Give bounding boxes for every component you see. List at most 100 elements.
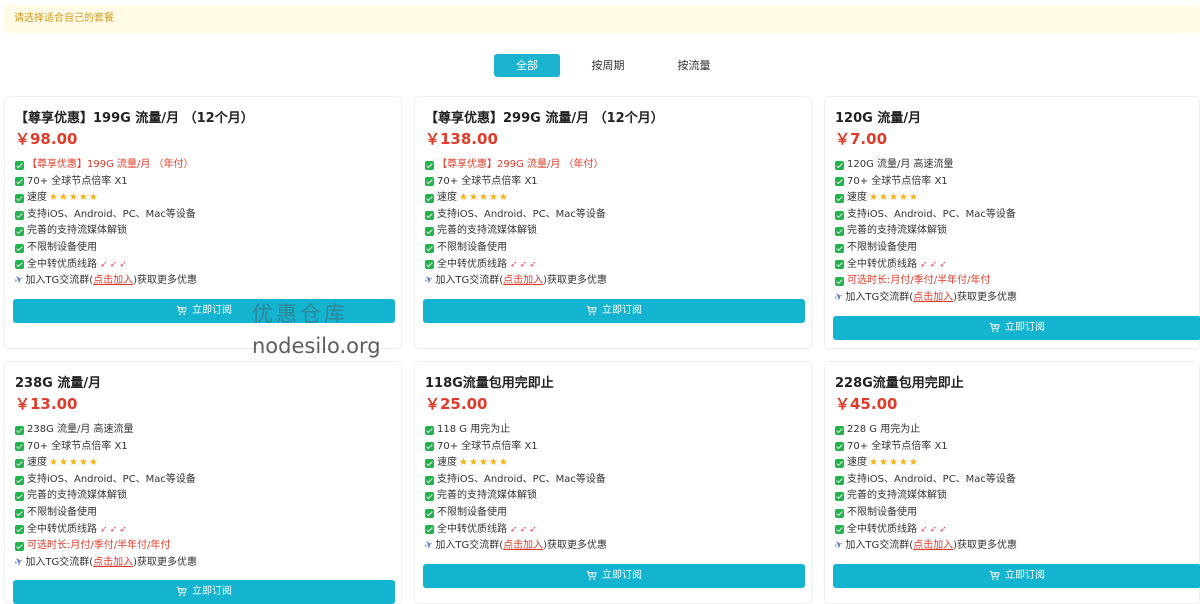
feature-item: 速度 ★★★★★ — [425, 190, 607, 207]
check-square-icon — [15, 475, 24, 485]
feature-text: 不限制设备使用 — [437, 506, 507, 518]
join-tg-prefix: 加入TG交流群( — [25, 275, 94, 287]
feature-text: 支持iOS、Android、PC、Mac等设备 — [437, 473, 606, 485]
feature-item: 不限制设备使用 — [425, 240, 607, 257]
check-square-icon — [835, 227, 844, 237]
star-icon: ★ — [898, 457, 909, 469]
subscribe-button[interactable]: 立即订阅 — [423, 564, 805, 588]
check-square-icon — [425, 227, 434, 237]
plan-title: 118G流量包用完即止 — [425, 376, 554, 391]
feature-text: 支持iOS、Android、PC、Mac等设备 — [437, 208, 606, 220]
rocket-icon: ➶ — [109, 524, 120, 535]
feature-item: 可选时长:月付/季付/半年付/年付 — [15, 538, 197, 555]
subscribe-button[interactable]: 立即订阅 — [833, 316, 1200, 340]
star-icon: ★ — [869, 192, 879, 204]
feature-item: 不限制设备使用 — [835, 505, 1017, 522]
plan-title: 228G流量包用完即止 — [835, 376, 964, 391]
feature-text: 全中转优质线路 — [27, 523, 97, 535]
star-icon: ★ — [459, 457, 469, 469]
feature-text: 可选时长:月付/季付/半年付/年付 — [847, 275, 991, 287]
check-square-icon — [835, 475, 844, 485]
subscribe-label: 立即订阅 — [602, 570, 642, 581]
feature-item: 70+ 全球节点倍率 X1 — [835, 174, 1017, 191]
check-square-icon — [835, 458, 844, 468]
feature-list: 228 G 用完为止 70+ 全球节点倍率 X1 速度 ★★★★★ 支持iOS、An… — [833, 422, 1017, 555]
check-square-icon — [15, 492, 24, 502]
feature-item: 速度 ★★★★★ — [835, 190, 1017, 207]
tab-by-traffic[interactable]: 按流量 — [664, 54, 724, 77]
join-tg-link[interactable]: 点击加入 — [93, 273, 133, 290]
join-tg-suffix: )获取更多优惠 — [953, 291, 1018, 303]
tab-by-period[interactable]: 按周期 — [578, 54, 638, 77]
check-square-icon — [835, 276, 844, 286]
feature-item: 全中转优质线路 ➶➶➶ — [835, 522, 1017, 539]
feature-text: 不限制设备使用 — [437, 241, 507, 253]
cart-icon — [586, 305, 597, 315]
star-icon: ★ — [908, 457, 919, 469]
rocket-icon: ➶ — [529, 259, 539, 270]
feature-item: 120G 流量/月 高速流量 — [835, 157, 1017, 174]
join-tg-link[interactable]: 点击加入 — [913, 538, 953, 555]
feature-list: 【尊享优惠】199G 流量/月 （年付） 70+ 全球节点倍率 X1 速度 ★★★… — [13, 157, 197, 290]
join-tg-suffix: )获取更多优惠 — [543, 540, 608, 552]
plan-card: 【尊享优惠】199G 流量/月 （12个月） ￥98.00 【尊享优惠】199G 流… — [4, 96, 402, 349]
plan-card: 120G 流量/月 ￥7.00 120G 流量/月 高速流量 70+ 全球节点倍率 … — [824, 96, 1200, 349]
subscribe-button[interactable]: 立即订阅 — [833, 564, 1200, 588]
join-tg-link[interactable]: 点击加入 — [503, 538, 543, 555]
feature-item: 支持iOS、Android、PC、Mac等设备 — [835, 472, 1017, 489]
check-square-icon — [15, 210, 24, 220]
join-tg-link[interactable]: 点击加入 — [503, 273, 543, 290]
paper-plane-icon: ✈ — [423, 274, 435, 288]
feature-item: 支持iOS、Android、PC、Mac等设备 — [15, 207, 197, 224]
feature-text: 全中转优质线路 — [437, 258, 507, 270]
plan-title: 【尊享优惠】299G 流量/月 （12个月） — [425, 111, 664, 126]
feature-item: 全中转优质线路 ➶➶➶ — [15, 257, 197, 274]
check-square-icon — [425, 475, 434, 485]
join-tg-suffix: )获取更多优惠 — [543, 275, 608, 287]
rocket-icons: ➶➶➶ — [100, 257, 129, 274]
filter-tabs: 全部 按周期 按流量 — [0, 54, 1200, 78]
join-tg-link[interactable]: 点击加入 — [93, 555, 133, 572]
rocket-icon: ➶ — [529, 524, 539, 535]
subscribe-button[interactable]: 立即订阅 — [423, 299, 805, 323]
feature-item: 完善的支持流媒体解锁 — [15, 488, 197, 505]
feature-item: 70+ 全球节点倍率 X1 — [425, 439, 607, 456]
check-square-icon — [835, 160, 844, 170]
check-square-icon — [15, 177, 24, 187]
notice-banner: 请选择适合自己的套餐 — [4, 5, 1200, 33]
feature-item: 不限制设备使用 — [835, 240, 1017, 257]
check-square-icon — [425, 243, 434, 253]
speed-stars: ★★★★★ — [459, 190, 509, 207]
feature-text: 70+ 全球节点倍率 X1 — [27, 440, 128, 452]
check-square-icon — [425, 210, 434, 220]
star-icon: ★ — [88, 457, 99, 469]
check-square-icon — [835, 525, 844, 535]
join-tg-prefix: 加入TG交流群( — [25, 556, 94, 568]
rocket-icon: ➶ — [119, 524, 129, 535]
star-icon: ★ — [49, 457, 59, 469]
feature-item: 全中转优质线路 ➶➶➶ — [15, 522, 197, 539]
feature-text: 速度 — [847, 192, 867, 204]
join-tg-item: ✈ 加入TG交流群(点击加入)获取更多优惠 — [13, 273, 197, 290]
feature-text: 238G 流量/月 高速流量 — [27, 424, 134, 435]
feature-list: 120G 流量/月 高速流量 70+ 全球节点倍率 X1 速度 ★★★★★ 支持iO… — [833, 157, 1018, 307]
feature-item: 70+ 全球节点倍率 X1 — [15, 439, 197, 456]
check-square-icon — [835, 492, 844, 502]
subscribe-button[interactable]: 立即订阅 — [13, 580, 395, 604]
star-icon: ★ — [58, 192, 69, 204]
join-tg-link[interactable]: 点击加入 — [913, 290, 953, 307]
star-icon: ★ — [68, 457, 79, 469]
feature-text: 完善的支持流媒体解锁 — [27, 490, 127, 502]
feature-item: 不限制设备使用 — [15, 505, 197, 522]
subscribe-button[interactable]: 立即订阅 — [13, 299, 395, 323]
subscribe-label: 立即订阅 — [1005, 570, 1045, 581]
feature-text: 完善的支持流媒体解锁 — [847, 490, 947, 502]
check-square-icon — [425, 260, 434, 270]
check-square-icon — [425, 160, 434, 170]
check-square-icon — [15, 508, 24, 518]
feature-text: 118 G 用完为止 — [437, 424, 511, 435]
feature-text: 70+ 全球节点倍率 X1 — [437, 175, 538, 187]
check-square-icon — [425, 177, 434, 187]
feature-item: 支持iOS、Android、PC、Mac等设备 — [15, 472, 197, 489]
tab-all[interactable]: 全部 — [494, 54, 560, 77]
